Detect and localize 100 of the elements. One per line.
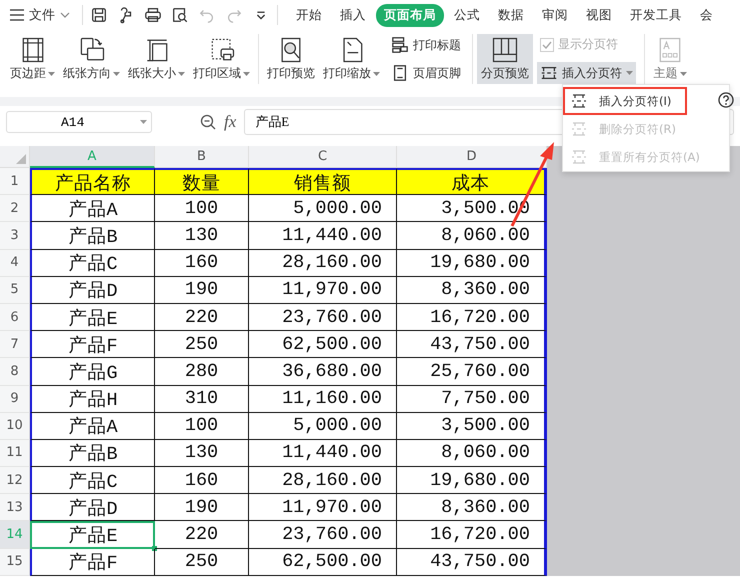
title-rows-icon — [391, 36, 409, 54]
table-cell: 190 — [155, 494, 249, 522]
table-cell: 产品B — [30, 440, 155, 468]
active-cell[interactable]: 产品E — [30, 521, 155, 549]
table-cell: 产品C — [30, 467, 155, 494]
table-cell: 23,760.00 — [249, 521, 397, 549]
table-cell: 28,160.00 — [249, 467, 397, 494]
table-cell: 5,000.00 — [249, 412, 397, 440]
ribbon-tab[interactable]: 插入 — [332, 4, 374, 26]
table-cell: 190 — [155, 276, 249, 304]
table-cell: 产品F — [30, 331, 155, 358]
page-break-icon — [540, 64, 558, 82]
table-cell: 11,970.00 — [249, 494, 397, 522]
row-header[interactable]: 1 — [0, 168, 30, 196]
header-footer-icon — [391, 64, 409, 82]
caret-icon — [140, 120, 147, 124]
row-header[interactable]: 5 — [0, 276, 30, 304]
help-icon — [718, 92, 734, 108]
column-title: 数量 — [155, 168, 249, 196]
ribbon-button[interactable]: 打印标题 — [388, 34, 464, 56]
table-cell: 36,680.00 — [249, 358, 397, 386]
column-header[interactable]: D — [397, 146, 547, 168]
ribbon-button[interactable]: 分页预览 — [477, 34, 533, 84]
table-cell: 160 — [155, 467, 249, 494]
ribbon-tab[interactable]: 开始 — [288, 4, 330, 26]
table-cell: 11,160.00 — [249, 386, 397, 413]
column-title: 销售额 — [249, 168, 397, 196]
table-cell: 130 — [155, 222, 249, 250]
column-title: 成本 — [397, 168, 547, 196]
ribbon-tab[interactable]: 数据 — [490, 4, 532, 26]
table-cell: 产品B — [30, 222, 155, 250]
table-cell: 250 — [155, 548, 249, 576]
table-cell: 产品H — [30, 386, 155, 413]
table-cell: 产品C — [30, 250, 155, 277]
file-menu[interactable]: 文件 — [10, 6, 76, 24]
table-cell: 62,500.00 — [249, 331, 397, 358]
zoom-icon — [200, 114, 216, 130]
table-cell: 产品G — [30, 358, 155, 386]
column-header[interactable]: B — [155, 146, 249, 168]
ribbon-button[interactable]: 打印区域 — [189, 34, 254, 84]
table-cell: 11,440.00 — [249, 222, 397, 250]
row-header[interactable]: 15 — [0, 548, 30, 576]
column-header[interactable]: C — [249, 146, 397, 168]
page-break-icon — [571, 93, 587, 109]
row-header[interactable]: 11 — [0, 440, 30, 468]
row-header[interactable]: 12 — [0, 467, 30, 494]
ribbon-button[interactable]: 纸张大小 — [124, 34, 189, 84]
page-break-icon — [571, 149, 587, 165]
ribbon-button[interactable]: 页边距 — [6, 34, 59, 84]
row-header[interactable]: 4 — [0, 250, 30, 277]
chevron-down-icon — [60, 12, 70, 18]
table-cell: 62,500.00 — [249, 548, 397, 576]
table-cell: 160 — [155, 250, 249, 277]
caret-icon — [48, 72, 55, 76]
table-cell: 产品F — [30, 548, 155, 576]
table-cell: 产品E — [30, 304, 155, 332]
caret-icon — [178, 72, 185, 76]
save-icon — [90, 6, 108, 24]
table-cell: 产品D — [30, 494, 155, 522]
caret-icon — [113, 72, 120, 76]
table-cell: 产品A — [30, 412, 155, 440]
table-cell: 220 — [155, 304, 249, 332]
row-header[interactable]: 9 — [0, 386, 30, 413]
row-header[interactable]: 8 — [0, 358, 30, 386]
row-header[interactable]: 2 — [0, 195, 30, 222]
ribbon-tab[interactable]: 审阅 — [534, 4, 576, 26]
help-button[interactable] — [718, 91, 734, 109]
table-cell: 100 — [155, 412, 249, 440]
column-title: 产品名称 — [30, 168, 155, 196]
table-cell: 280 — [155, 358, 249, 386]
name-box[interactable]: A14 — [6, 111, 152, 133]
ribbon-tab[interactable]: 视图 — [578, 4, 620, 26]
row-header[interactable]: 7 — [0, 331, 30, 358]
table-cell: 28,160.00 — [249, 250, 397, 277]
row-header[interactable]: 13 — [0, 494, 30, 522]
print-button[interactable] — [143, 5, 163, 25]
check-icon — [542, 40, 552, 48]
magnifier-page-icon — [171, 6, 189, 24]
table-cell: 11,440.00 — [249, 440, 397, 468]
magnifier-page-button[interactable] — [170, 5, 190, 25]
table-cell: 产品D — [30, 276, 155, 304]
ribbon-tab[interactable]: 开发工具 — [622, 4, 690, 26]
ribbon-button[interactable]: 打印缩放 — [319, 34, 384, 84]
table-cell: 23,760.00 — [249, 304, 397, 332]
row-header[interactable]: 3 — [0, 222, 30, 250]
ribbon-button[interactable]: 打印预览 — [263, 34, 319, 84]
table-cell: 5,000.00 — [249, 195, 397, 222]
ribbon-button[interactable]: 插入分页符 — [537, 62, 636, 84]
row-header[interactable]: 10 — [0, 412, 30, 440]
print-icon — [144, 6, 162, 24]
function-label: fx — [224, 112, 236, 132]
ribbon-tab[interactable]: 公式 — [446, 4, 488, 26]
table-cell: 130 — [155, 440, 249, 468]
ribbon-button[interactable]: 页眉页脚 — [388, 62, 464, 84]
ribbon-tab[interactable]: 会 — [692, 4, 721, 26]
caret-icon — [373, 72, 380, 76]
row-header[interactable]: 6 — [0, 304, 30, 332]
save-button[interactable] — [89, 5, 109, 25]
caret-icon — [626, 71, 633, 75]
ribbon-button[interactable]: 纸张方向 — [59, 34, 124, 84]
